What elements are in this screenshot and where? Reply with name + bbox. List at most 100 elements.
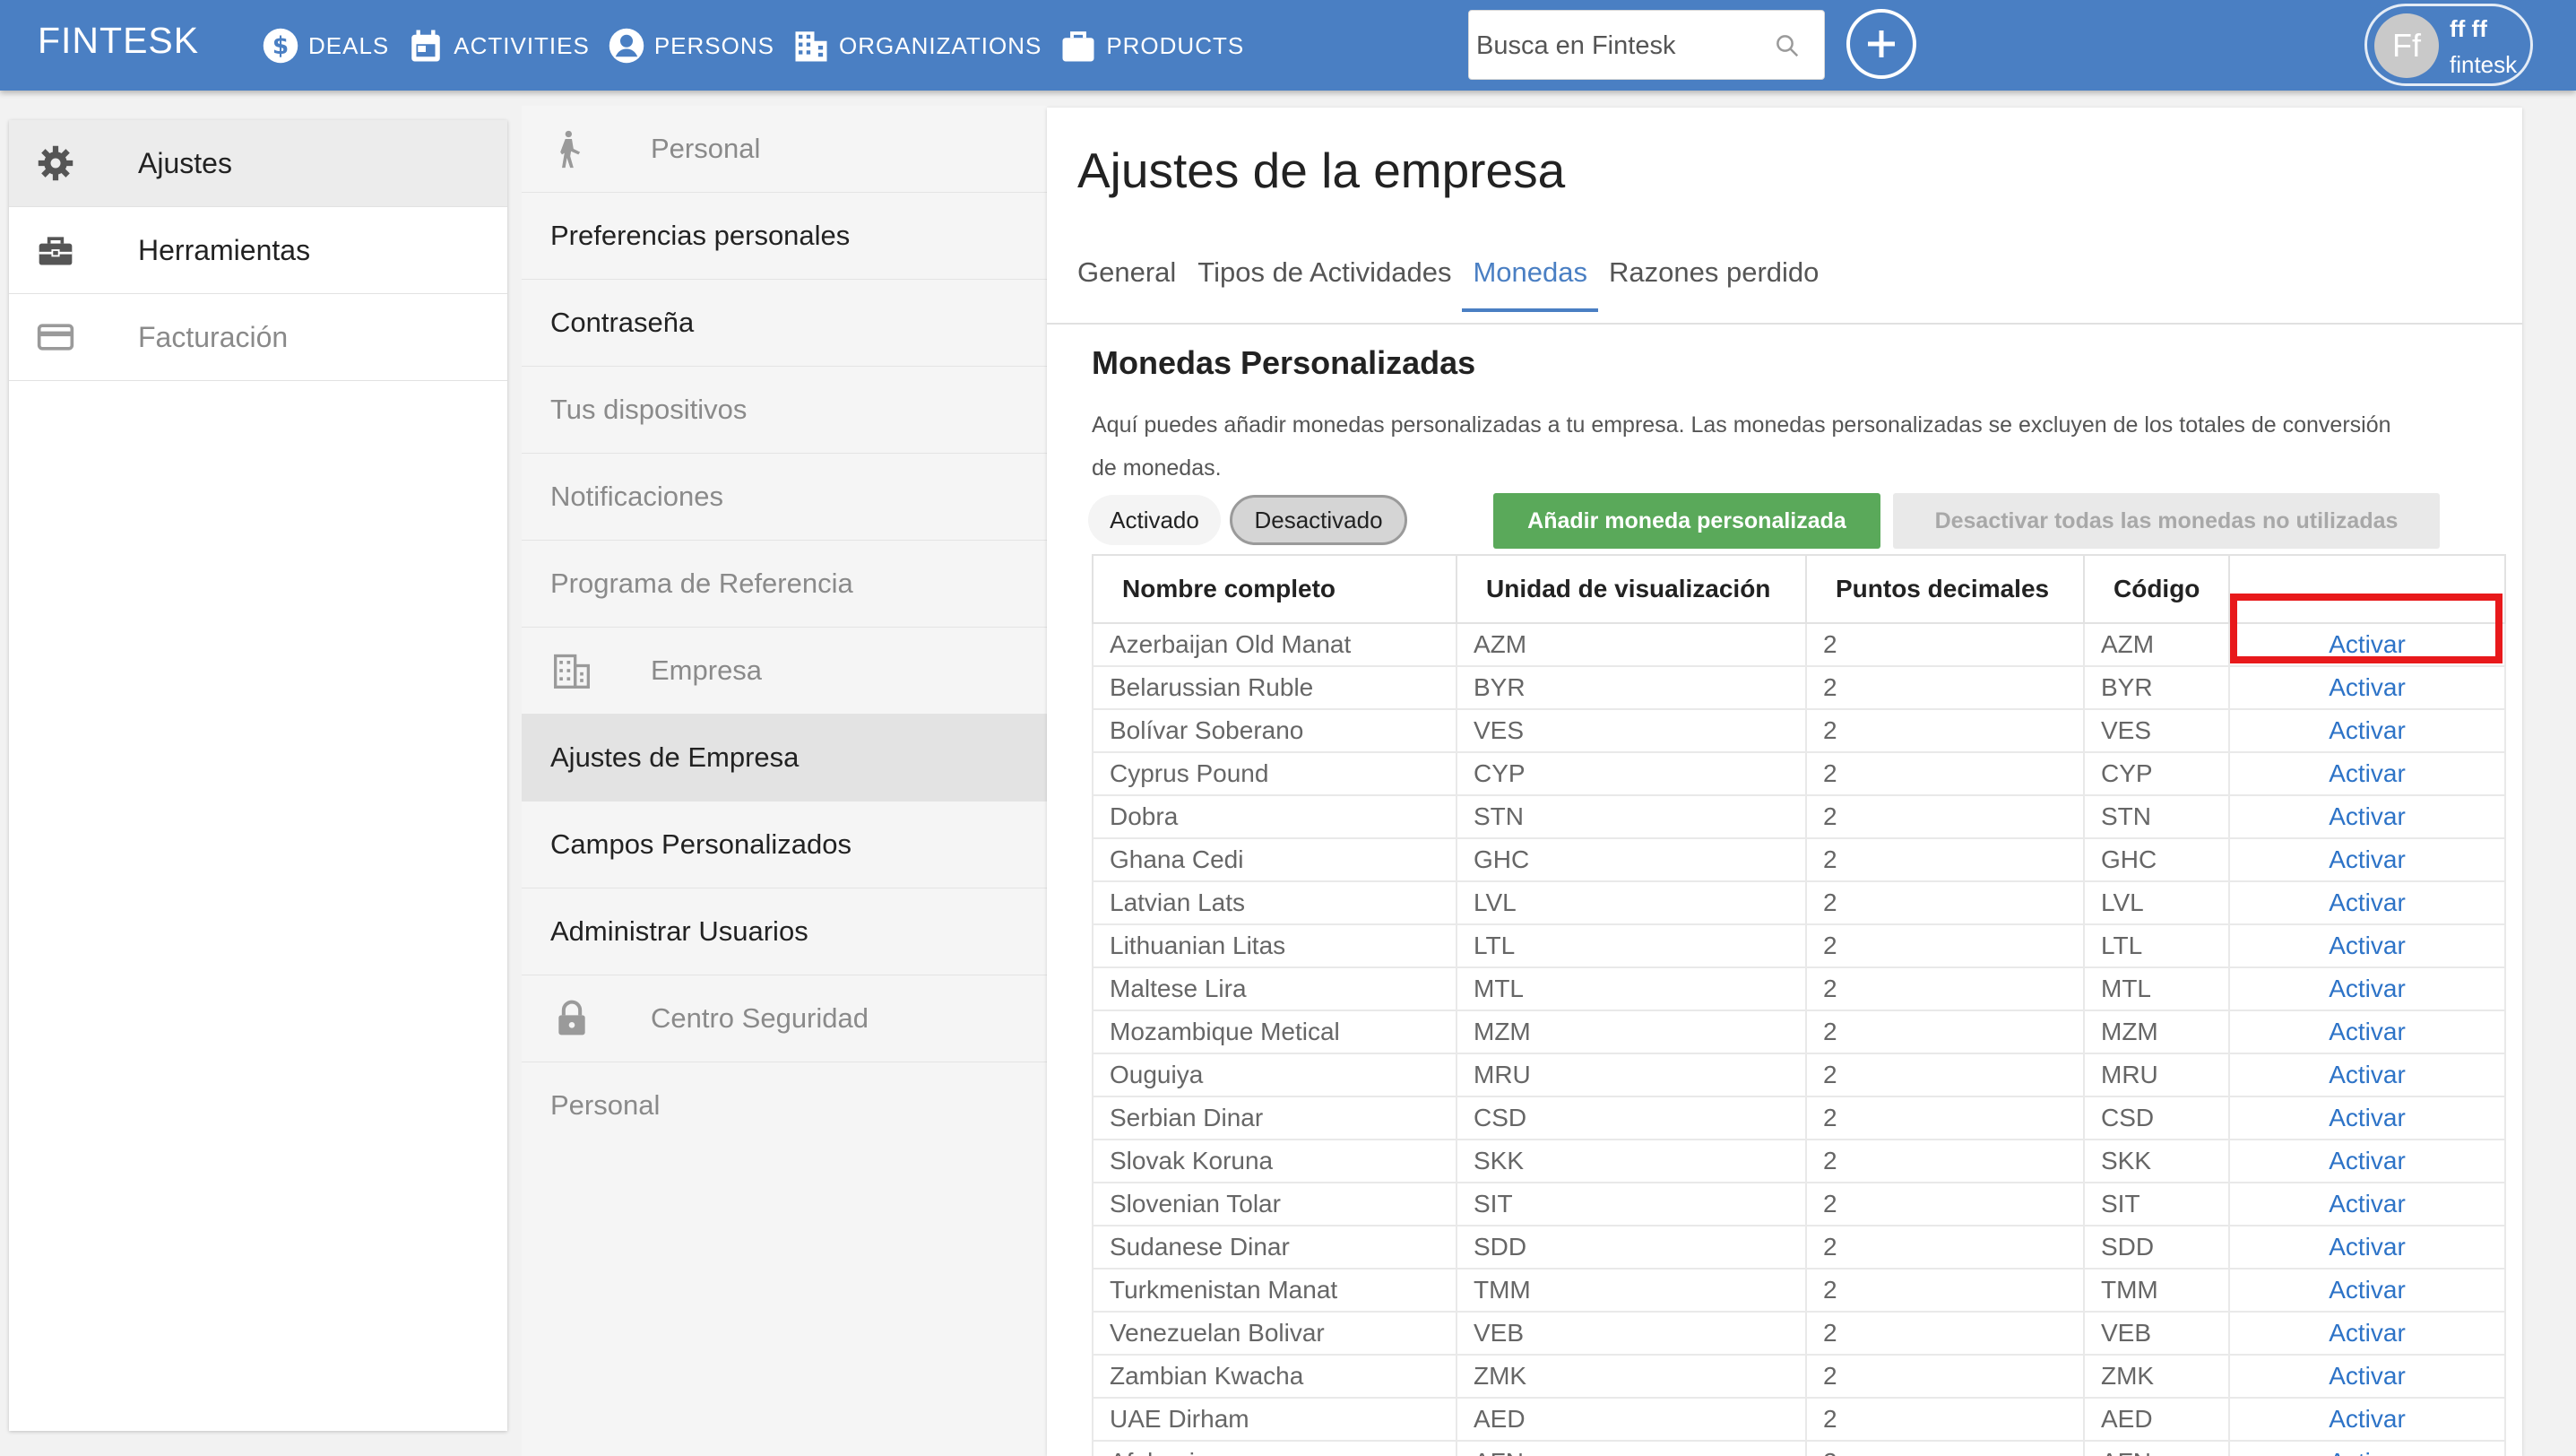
- left-menu-item-facturacion[interactable]: Facturación: [9, 294, 507, 381]
- activate-link[interactable]: Activar: [2228, 794, 2506, 839]
- person-circle-icon: [609, 28, 644, 64]
- cell-code: MZM: [2083, 1010, 2230, 1054]
- settings-item-dispositivos[interactable]: Tus dispositivos: [522, 367, 1047, 454]
- section-title: Monedas Personalizadas: [1092, 344, 1476, 381]
- settings-item-personal[interactable]: Personal: [522, 1062, 1047, 1148]
- cell-code: SKK: [2083, 1139, 2230, 1183]
- nav-products[interactable]: PRODUCTS: [1059, 23, 1244, 68]
- activate-link[interactable]: Activar: [2228, 751, 2506, 796]
- settings-item-usuarios[interactable]: Administrar Usuarios: [522, 888, 1047, 975]
- settings-section-title: Empresa: [651, 654, 763, 686]
- settings-item-notificaciones[interactable]: Notificaciones: [522, 454, 1047, 541]
- activate-link[interactable]: Activar: [2228, 966, 2506, 1011]
- activate-link[interactable]: Activar: [2228, 1397, 2506, 1442]
- search-icon[interactable]: [1774, 32, 1801, 59]
- cell-full-name: Mozambique Metical: [1092, 1010, 1457, 1054]
- cell-code: STN: [2083, 794, 2230, 839]
- cell-display-unit: LVL: [1456, 880, 1807, 925]
- add-currency-button[interactable]: Añadir moneda personalizada: [1493, 493, 1880, 549]
- activate-link[interactable]: Activar: [2228, 665, 2506, 710]
- column-header: Código: [2083, 554, 2230, 624]
- cell-decimals: 2: [1805, 837, 2085, 882]
- nav-activities[interactable]: ACTIVITIES: [407, 23, 590, 68]
- tab-razones-perdido[interactable]: Razones perdido: [1609, 256, 1819, 310]
- left-menu-item-ajustes[interactable]: Ajustes: [9, 120, 507, 207]
- tab-tipos-actividades[interactable]: Tipos de Actividades: [1197, 256, 1451, 310]
- filter-desactivado[interactable]: Desactivado: [1230, 495, 1407, 545]
- settings-item-campos[interactable]: Campos Personalizados: [522, 802, 1047, 888]
- top-navbar: FINTESK $ DEALS ACTIVITIES PERSONS ORGAN…: [0, 0, 2576, 91]
- activate-link[interactable]: Activar: [2228, 1096, 2506, 1140]
- table-body: Azerbaijan Old Manat AZM 2 AZM Activar Belaru…: [1092, 622, 2506, 1456]
- cell-display-unit: BYR: [1456, 665, 1807, 710]
- activate-link[interactable]: Activar: [2228, 1139, 2506, 1183]
- cell-full-name: Belarussian Ruble: [1092, 665, 1457, 710]
- activate-link[interactable]: Activar: [2228, 1225, 2506, 1270]
- search-box: [1468, 10, 1825, 80]
- cell-display-unit: LTL: [1456, 923, 1807, 968]
- table-row: Dobra STN 2 STN Activar: [1092, 794, 2506, 839]
- table-row: Belarussian Ruble BYR 2 BYR Activar: [1092, 665, 2506, 710]
- cell-decimals: 2: [1805, 923, 2085, 968]
- tab-general[interactable]: General: [1077, 256, 1176, 310]
- settings-item-contrasena[interactable]: Contraseña: [522, 280, 1047, 367]
- activate-link[interactable]: Activar: [2228, 708, 2506, 753]
- avatar: Ff: [2374, 13, 2439, 78]
- nav-deals-label: DEALS: [308, 31, 390, 59]
- settings-section-seguridad[interactable]: Centro Seguridad: [522, 975, 1047, 1062]
- settings-section-title: Personal: [651, 133, 761, 164]
- cell-full-name: Afghani: [1092, 1440, 1457, 1456]
- table-row: Ghana Cedi GHC 2 GHC Activar: [1092, 837, 2506, 882]
- nav-activities-label: ACTIVITIES: [454, 31, 590, 59]
- settings-item-label: Tus dispositivos: [550, 394, 748, 425]
- cell-display-unit: MTL: [1456, 966, 1807, 1011]
- cell-display-unit: AZM: [1456, 622, 1807, 667]
- cell-decimals: 2: [1805, 880, 2085, 925]
- user-menu[interactable]: Ff ff ff fintesk: [2364, 4, 2533, 86]
- activate-link[interactable]: Activar: [2228, 923, 2506, 968]
- settings-item-label: Contraseña: [550, 307, 695, 338]
- activate-link[interactable]: Activar: [2228, 1053, 2506, 1097]
- tab-monedas[interactable]: Monedas: [1462, 256, 1598, 312]
- cell-code: MRU: [2083, 1053, 2230, 1097]
- user-company: fintesk: [2450, 51, 2518, 78]
- settings-item-preferencias[interactable]: Preferencias personales: [522, 193, 1047, 280]
- activate-link[interactable]: Activar: [2228, 837, 2506, 882]
- activate-link[interactable]: Activar: [2228, 1440, 2506, 1456]
- activate-link[interactable]: Activar: [2228, 880, 2506, 925]
- cell-full-name: Lithuanian Litas: [1092, 923, 1457, 968]
- add-new-button[interactable]: [1846, 9, 1916, 79]
- cell-code: CYP: [2083, 751, 2230, 796]
- left-menu: Ajustes Herramientas Facturación: [9, 120, 507, 1431]
- settings-item-ajustes-empresa[interactable]: Ajustes de Empresa: [522, 715, 1047, 802]
- activate-link[interactable]: Activar: [2228, 1010, 2506, 1054]
- nav-persons[interactable]: PERSONS: [608, 23, 774, 68]
- search-input[interactable]: [1474, 16, 1774, 75]
- activate-link[interactable]: Activar: [2228, 1182, 2506, 1226]
- page-title: Ajustes de la empresa: [1077, 143, 1566, 198]
- nav-products-label: PRODUCTS: [1106, 31, 1245, 59]
- cell-decimals: 2: [1805, 966, 2085, 1011]
- cell-display-unit: MZM: [1456, 1010, 1807, 1054]
- activate-link[interactable]: Activar: [2228, 1268, 2506, 1313]
- cell-code: VEB: [2083, 1311, 2230, 1356]
- left-menu-item-herramientas[interactable]: Herramientas: [9, 207, 507, 294]
- settings-item-referencia[interactable]: Programa de Referencia: [522, 541, 1047, 628]
- table-row: Sudanese Dinar SDD 2 SDD Activar: [1092, 1225, 2506, 1270]
- activate-link[interactable]: Activar: [2228, 622, 2506, 667]
- cell-full-name: Latvian Lats: [1092, 880, 1457, 925]
- cell-full-name: Sudanese Dinar: [1092, 1225, 1457, 1270]
- filter-activado[interactable]: Activado: [1088, 495, 1221, 545]
- nav-organizations[interactable]: ORGANIZATIONS: [792, 23, 1042, 68]
- cell-code: SDD: [2083, 1225, 2230, 1270]
- cell-full-name: Venezuelan Bolivar: [1092, 1311, 1457, 1356]
- activate-link[interactable]: Activar: [2228, 1311, 2506, 1356]
- settings-item-label: Notificaciones: [550, 481, 723, 512]
- nav-deals[interactable]: $ DEALS: [262, 23, 389, 68]
- table-row: Slovenian Tolar SIT 2 SIT Activar: [1092, 1182, 2506, 1226]
- left-menu-label: Ajustes: [138, 146, 232, 179]
- app-logo[interactable]: FINTESK: [38, 20, 199, 62]
- cell-code: GHC: [2083, 837, 2230, 882]
- activate-link[interactable]: Activar: [2228, 1354, 2506, 1399]
- cell-full-name: Serbian Dinar: [1092, 1096, 1457, 1140]
